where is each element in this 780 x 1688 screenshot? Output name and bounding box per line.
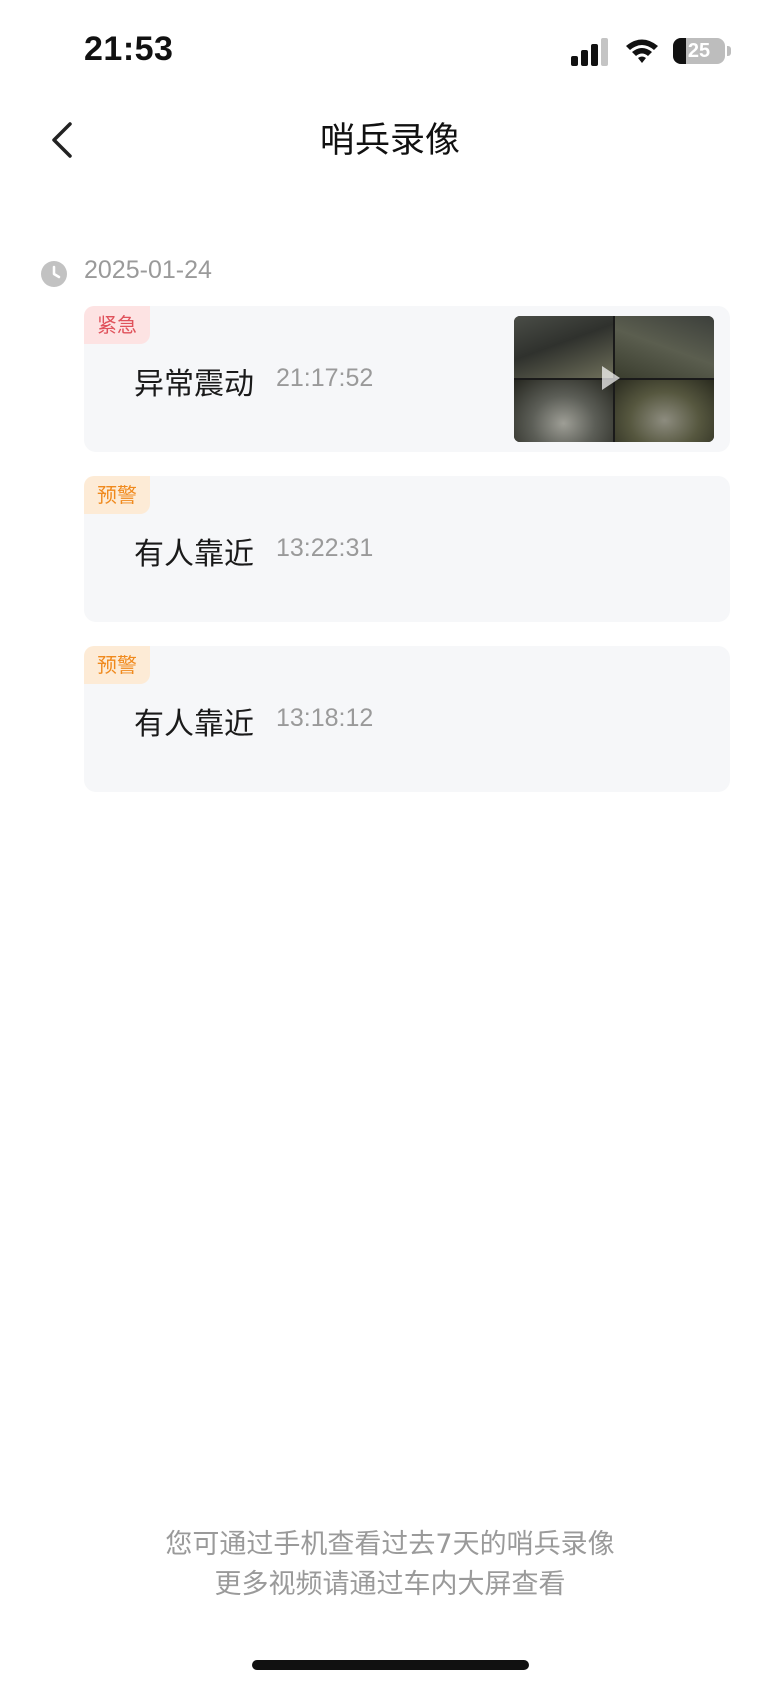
event-card[interactable]: 预警 有人靠近 13:22:31	[84, 476, 730, 622]
event-title: 异常震动	[134, 367, 254, 402]
warning-badge: 预警	[84, 476, 150, 514]
date-label: 2025-01-24	[84, 256, 212, 284]
cellular-signal-icon	[571, 38, 608, 66]
urgent-badge: 紧急	[84, 306, 150, 344]
event-time: 13:18:12	[276, 704, 374, 732]
event-time: 13:22:31	[276, 534, 374, 562]
nav-bar: 哨兵录像	[0, 100, 780, 180]
battery-level: 25	[687, 40, 711, 62]
video-thumbnail[interactable]	[514, 316, 714, 442]
play-icon	[602, 366, 620, 390]
footer-line-1: 您可通过手机查看过去7天的哨兵录像	[165, 1529, 615, 1560]
footer-note: 您可通过手机查看过去7天的哨兵录像 更多视频请通过车内大屏查看	[0, 1525, 780, 1605]
page-title: 哨兵录像	[319, 121, 460, 161]
event-card[interactable]: 预警 有人靠近 13:18:12	[84, 646, 730, 792]
warning-badge: 预警	[84, 646, 150, 684]
event-time: 21:17:52	[276, 364, 374, 392]
camera-view-right	[615, 380, 714, 442]
wifi-icon	[626, 39, 658, 63]
camera-view-rear	[615, 316, 714, 378]
battery-icon: 25	[673, 38, 725, 64]
battery-tip	[727, 46, 731, 56]
clock-icon	[41, 261, 67, 287]
footer-line-2: 更多视频请通过车内大屏查看	[214, 1569, 566, 1600]
status-time: 21:53	[84, 30, 174, 68]
status-bar: 21:53 25	[0, 0, 780, 100]
event-title: 有人靠近	[134, 537, 254, 572]
camera-view-front	[514, 316, 613, 378]
home-indicator[interactable]	[252, 1660, 529, 1670]
event-title: 有人靠近	[134, 707, 254, 742]
event-card[interactable]: 紧急 异常震动 21:17:52	[84, 306, 730, 452]
camera-view-left	[514, 380, 613, 442]
